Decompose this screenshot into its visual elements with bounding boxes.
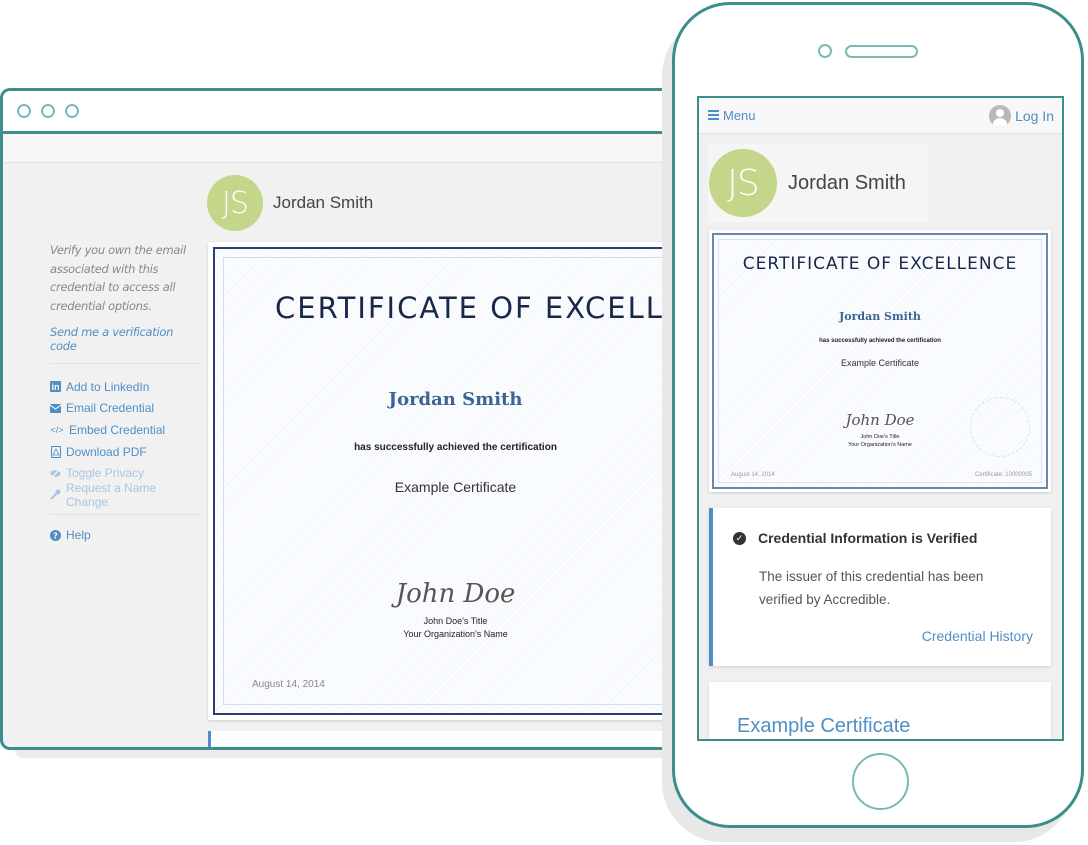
eye-slash-icon <box>50 468 61 479</box>
certificate: CERTIFICATE OF EXCELLENCE Jordan Smith h… <box>712 233 1048 489</box>
profile-header: JS Jordan Smith <box>207 175 373 231</box>
hamburger-icon <box>708 108 719 123</box>
send-verification-code-link[interactable]: Send me a verification code <box>50 325 200 364</box>
certificate-signature: John Doe <box>845 411 915 429</box>
certificate-organization: Your Organization's Name <box>848 442 912 448</box>
page-top-bar <box>3 134 690 163</box>
credential-history-link[interactable]: Credential History <box>922 628 1033 644</box>
next-card-edge <box>208 731 690 747</box>
window-titlebar <box>3 91 690 134</box>
certificate-title: CERTIFICATE OF EXCELLENCE <box>742 254 1018 274</box>
credential-sidebar: Verify you own the email associated with… <box>50 241 200 546</box>
certificate-card: CERTIFICATE OF EXCELLE Jordan Smith has … <box>208 242 690 720</box>
window-maximize-button[interactable] <box>65 104 79 118</box>
linkedin-icon: in <box>50 381 61 393</box>
certificate-signature: John Doe <box>395 579 516 609</box>
certificate: CERTIFICATE OF EXCELLE Jordan Smith has … <box>213 247 690 715</box>
certificate-signer-title: John Doe's Title <box>423 616 488 626</box>
certificate-achieved-text: has successfully achieved the certificat… <box>354 442 557 453</box>
user-icon <box>989 104 1012 127</box>
email-credential-button[interactable]: Email Credential <box>50 398 200 420</box>
phone-screen: Menu Log In JS Jordan Smith CERTIFICATE … <box>697 96 1064 741</box>
svg-text:?: ? <box>53 531 58 540</box>
menu-item-label: Toggle Privacy <box>66 466 145 481</box>
phone-frame: Menu Log In JS Jordan Smith CERTIFICATE … <box>672 2 1084 828</box>
verification-card: ✓ Credential Information is Verified The… <box>709 508 1051 666</box>
login-label: Log In <box>1015 107 1054 124</box>
certificate-course-name: Example Certificate <box>394 479 517 495</box>
certificate-recipient: Jordan Smith <box>839 310 921 323</box>
request-name-change-button[interactable]: Request a Name Change <box>50 480 200 509</box>
menu-item-label: Embed Credential <box>69 422 166 437</box>
envelope-icon <box>50 403 61 414</box>
phone-home-button[interactable] <box>852 753 909 810</box>
menu-item-label: Email Credential <box>66 401 155 416</box>
window-minimize-button[interactable] <box>41 104 55 118</box>
certificate-organization: Your Organization's Name <box>403 629 508 639</box>
verification-title: Credential Information is Verified <box>758 530 978 546</box>
login-button[interactable]: Log In <box>989 104 1054 127</box>
certificate-signer-title: John Doe's Title <box>860 434 900 440</box>
desktop-browser-window: JS Jordan Smith Verify you own the email… <box>0 88 690 750</box>
certificate-achieved-text: has successfully achieved the certificat… <box>819 338 941 344</box>
help-label: Help <box>66 528 91 543</box>
menu-item-label: Add to LinkedIn <box>66 379 150 394</box>
mobile-menu-button[interactable]: Menu <box>708 108 756 123</box>
certificate-date: August 14, 2014 <box>252 679 325 690</box>
menu-label: Menu <box>723 108 756 123</box>
wrench-icon <box>50 489 61 500</box>
verification-text: The issuer of this credential has been v… <box>759 569 984 607</box>
credential-actions-menu: in Add to LinkedIn Email Credential </> … <box>50 376 200 515</box>
certificate-course-name: Example Certificate <box>840 358 920 368</box>
profile-name: Jordan Smith <box>273 193 374 212</box>
course-card: Example Certificate <box>709 682 1051 739</box>
question-circle-icon: ? <box>50 529 61 541</box>
menu-item-label: Download PDF <box>66 444 147 459</box>
mobile-profile-header: JS Jordan Smith <box>708 144 928 222</box>
certificate-recipient: Jordan Smith <box>388 389 523 410</box>
pdf-icon <box>50 445 61 458</box>
mobile-navbar: Menu Log In <box>699 98 1062 134</box>
verification-header: ✓ Credential Information is Verified <box>733 530 977 546</box>
certificate-date: August 14, 2014 <box>731 472 775 478</box>
verify-email-note: Verify you own the email associated with… <box>50 243 186 313</box>
phone-speaker <box>845 45 918 58</box>
help-button[interactable]: ? Help <box>50 525 200 547</box>
verified-badge-icon: ✓ <box>733 531 746 545</box>
course-title[interactable]: Example Certificate <box>737 715 910 738</box>
avatar: JS <box>207 175 263 231</box>
download-pdf-button[interactable]: Download PDF <box>50 441 200 463</box>
embed-credential-button[interactable]: </> Embed Credential <box>50 419 200 441</box>
profile-name: Jordan Smith <box>788 171 906 194</box>
menu-item-label: Request a Name Change <box>66 480 157 509</box>
window-close-button[interactable] <box>17 104 31 118</box>
phone-camera <box>818 44 832 58</box>
certificate-title: CERTIFICATE OF EXCELLE <box>275 291 685 325</box>
mobile-certificate-card: CERTIFICATE OF EXCELLENCE Jordan Smith h… <box>709 230 1051 492</box>
avatar: JS <box>709 149 777 217</box>
certificate-number: Certificate: 10000005 <box>974 472 1032 478</box>
code-icon: </> <box>50 424 64 435</box>
add-to-linkedin-button[interactable]: in Add to LinkedIn <box>50 376 200 398</box>
